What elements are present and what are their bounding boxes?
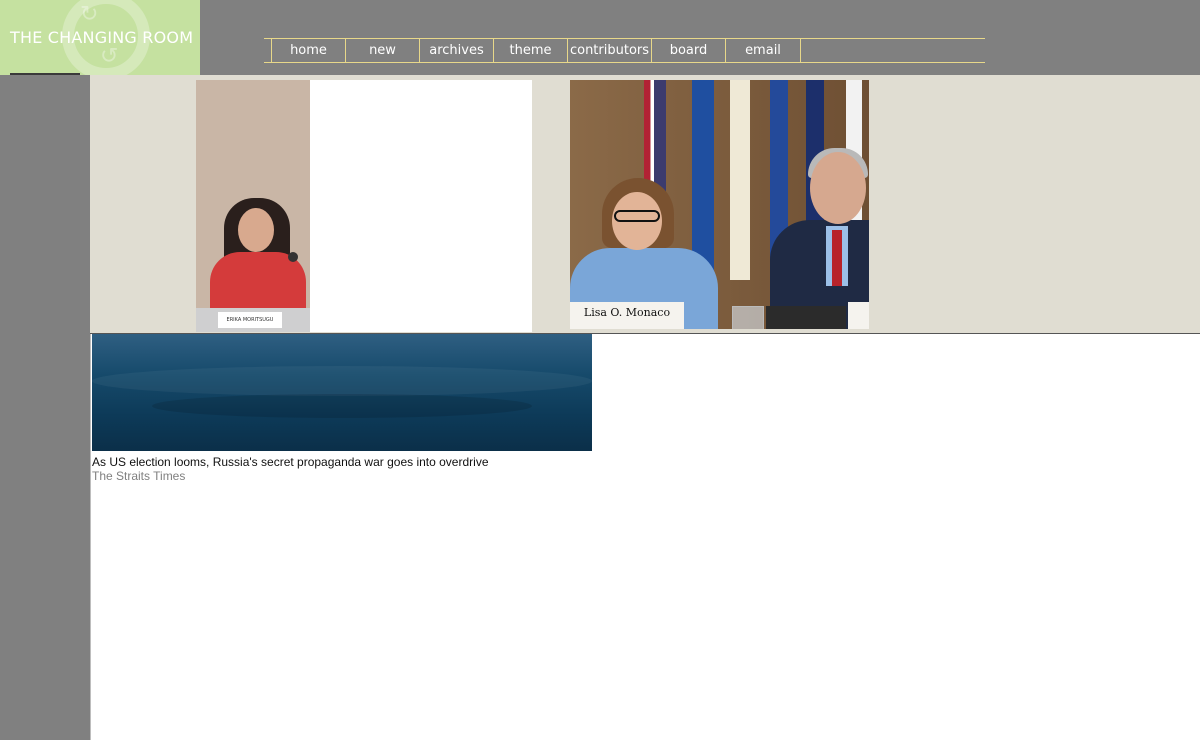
image-placeholder <box>310 80 532 332</box>
nav-archives[interactable]: archives <box>419 39 493 62</box>
nav-theme[interactable]: theme <box>493 39 567 62</box>
logo-text: THE CHANGING ROOM <box>10 28 194 47</box>
logo-arrow-icon: ↺ <box>100 44 119 69</box>
article-image[interactable] <box>92 334 592 451</box>
left-sidebar <box>0 75 90 740</box>
main-content: As US election looms, Russia's secret pr… <box>90 334 1200 740</box>
water-glass-graphic <box>732 306 764 329</box>
site-logo[interactable]: ↻ ↺ THE CHANGING ROOM <box>0 0 200 75</box>
image-texture <box>92 366 592 396</box>
nav-divider <box>800 39 801 62</box>
podium-graphic <box>766 306 846 329</box>
flag-graphic <box>730 80 750 280</box>
press-conference-photo[interactable]: Lisa O. Monaco <box>570 80 869 329</box>
photo-figure <box>832 230 842 286</box>
flag-graphic <box>692 80 714 280</box>
image-strip: ERIKA MORITSUGU Lisa O. Monaco <box>90 75 1200 334</box>
photo-figure <box>810 152 866 224</box>
nav-contributors[interactable]: contributors <box>567 39 651 62</box>
nav-email[interactable]: email <box>725 39 800 62</box>
microphone-icon <box>288 252 298 262</box>
name-placard <box>848 302 869 329</box>
glasses-graphic <box>614 210 660 222</box>
nav-board[interactable]: board <box>651 39 725 62</box>
main-nav: home new archives theme contributors boa… <box>264 38 985 63</box>
logo-arrow-icon: ↻ <box>80 2 99 27</box>
photo-figure <box>238 208 274 252</box>
image-texture <box>152 394 532 418</box>
panel-speaker-photo[interactable]: ERIKA MORITSUGU <box>196 80 310 332</box>
nav-new[interactable]: new <box>345 39 419 62</box>
nav-home[interactable]: home <box>271 39 345 62</box>
name-placard: Lisa O. Monaco <box>570 302 684 329</box>
name-placard: ERIKA MORITSUGU <box>218 312 282 328</box>
article-source: The Straits Times <box>92 469 186 483</box>
article-title-link[interactable]: As US election looms, Russia's secret pr… <box>92 455 489 469</box>
